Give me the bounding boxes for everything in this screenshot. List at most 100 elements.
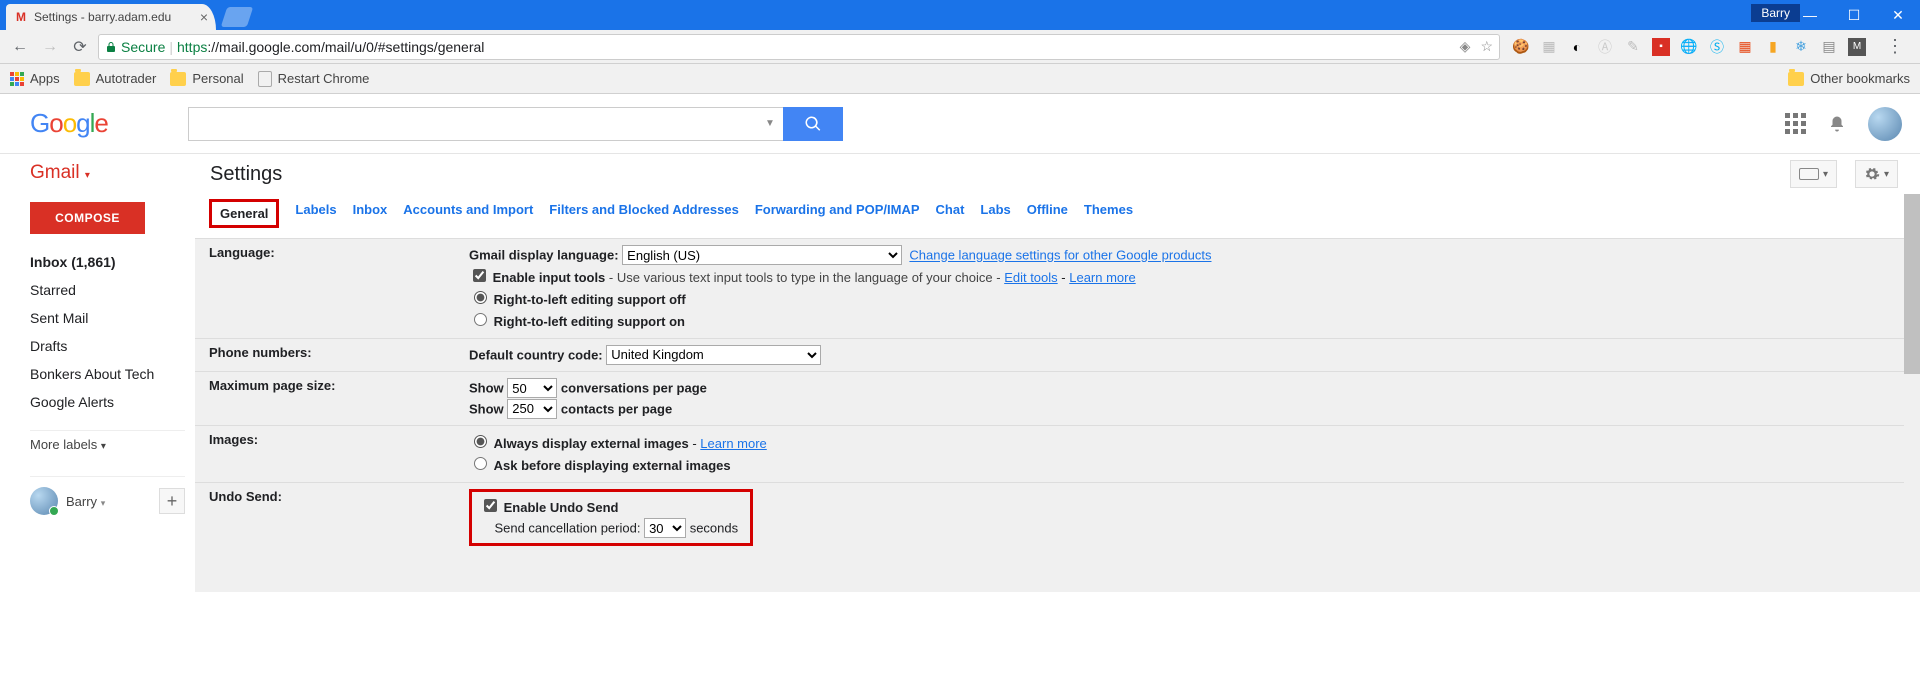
compose-button[interactable]: COMPOSE bbox=[30, 202, 145, 234]
enable-undo-send-label: Enable Undo Send bbox=[504, 500, 619, 515]
ext-icon[interactable]: ▦ bbox=[1540, 38, 1558, 56]
ask-display-radio[interactable] bbox=[474, 457, 487, 470]
tab-general[interactable]: General bbox=[220, 206, 268, 221]
ext-icon[interactable]: ◐ bbox=[1568, 38, 1586, 56]
row-label: Language: bbox=[209, 245, 469, 332]
tab-chat[interactable]: Chat bbox=[936, 202, 965, 231]
ext-icon[interactable]: 🍪 bbox=[1512, 38, 1530, 56]
hangout-name[interactable]: Barry ▾ bbox=[66, 494, 105, 509]
gmail-favicon: M bbox=[14, 10, 28, 24]
star-icon[interactable]: ☆ bbox=[1480, 38, 1493, 55]
tab-accounts[interactable]: Accounts and Import bbox=[403, 202, 533, 231]
ext-icon[interactable]: Ⓐ bbox=[1596, 38, 1614, 56]
always-display-radio[interactable] bbox=[474, 435, 487, 448]
notifications-icon[interactable] bbox=[1828, 115, 1846, 133]
folder-icon bbox=[1788, 72, 1804, 86]
keyboard-icon bbox=[1799, 168, 1819, 180]
sidebar-item-drafts[interactable]: Drafts bbox=[30, 332, 185, 360]
row-images: Images: Always display external images -… bbox=[195, 426, 1920, 483]
tab-inbox[interactable]: Inbox bbox=[353, 202, 388, 231]
extension-icons: 🍪 ▦ ◐ Ⓐ ✎ ▪ 🌐 Ⓢ ▦ ▮ ❄ ▤ M bbox=[1506, 38, 1872, 56]
gmail-dropdown[interactable]: Gmail ▾ bbox=[30, 162, 90, 184]
enable-input-tools-checkbox[interactable] bbox=[473, 269, 486, 282]
settings-gear-button[interactable]: ▾ bbox=[1855, 160, 1898, 188]
back-button[interactable]: ← bbox=[8, 35, 32, 59]
rtl-on-radio[interactable] bbox=[474, 313, 487, 326]
ext-icon[interactable]: ▤ bbox=[1820, 38, 1838, 56]
maximize-button[interactable]: ☐ bbox=[1832, 0, 1876, 30]
search-button[interactable] bbox=[783, 107, 843, 141]
change-language-link[interactable]: Change language settings for other Googl… bbox=[909, 248, 1211, 263]
bookmark-folder[interactable]: Autotrader bbox=[74, 71, 157, 86]
browser-toolbar: ← → ⟳ Secure | https://mail.google.com/m… bbox=[0, 30, 1920, 64]
tab-filters[interactable]: Filters and Blocked Addresses bbox=[549, 202, 739, 231]
ext-icon[interactable]: M bbox=[1848, 38, 1866, 56]
input-tools-button[interactable]: ▾ bbox=[1790, 160, 1837, 188]
bookmark-page[interactable]: Restart Chrome bbox=[258, 71, 370, 87]
reload-button[interactable]: ⟳ bbox=[68, 35, 92, 59]
sidebar-item-label[interactable]: Bonkers About Tech bbox=[30, 360, 185, 388]
gmail-subheader: Gmail ▾ Settings ▾ ▾ bbox=[0, 154, 1920, 194]
ext-icon[interactable]: ❄ bbox=[1792, 38, 1810, 56]
ext-icon[interactable]: ▪ bbox=[1652, 38, 1670, 56]
more-labels[interactable]: More labels ▾ bbox=[30, 430, 185, 458]
google-apps-icon[interactable] bbox=[1785, 113, 1806, 134]
translate-icon[interactable]: ◈ bbox=[1460, 38, 1471, 55]
other-bookmarks[interactable]: Other bookmarks bbox=[1788, 71, 1910, 86]
edit-tools-link[interactable]: Edit tools bbox=[1004, 270, 1057, 285]
search-input[interactable]: ▼ bbox=[188, 107, 783, 141]
tab-close-icon[interactable]: × bbox=[200, 9, 208, 25]
scrollbar[interactable] bbox=[1904, 194, 1920, 592]
gear-icon bbox=[1864, 166, 1880, 182]
cancellation-period-select[interactable]: 30 bbox=[644, 518, 686, 538]
contacts-per-page-select[interactable]: 250 bbox=[507, 399, 557, 419]
minimize-button[interactable]: — bbox=[1788, 0, 1832, 30]
rtl-on-label: Right-to-left editing support on bbox=[494, 314, 685, 329]
ext-icon[interactable]: ▮ bbox=[1764, 38, 1782, 56]
browser-tab[interactable]: M Settings - barry.adam.edu × bbox=[6, 4, 216, 30]
new-hangout-button[interactable]: + bbox=[159, 488, 185, 514]
ext-icon[interactable]: ✎ bbox=[1624, 38, 1642, 56]
apps-shortcut[interactable]: Apps bbox=[10, 71, 60, 86]
enable-undo-send-checkbox[interactable] bbox=[484, 499, 497, 512]
forward-button[interactable]: → bbox=[38, 35, 62, 59]
tab-labs[interactable]: Labs bbox=[980, 202, 1010, 231]
bookmark-folder[interactable]: Personal bbox=[170, 71, 243, 86]
sidebar-item-sent[interactable]: Sent Mail bbox=[30, 304, 185, 332]
secure-label: Secure bbox=[121, 39, 165, 55]
sidebar-item-starred[interactable]: Starred bbox=[30, 276, 185, 304]
chrome-menu-icon[interactable]: ⋮ bbox=[1878, 36, 1912, 57]
learn-more-link[interactable]: Learn more bbox=[1069, 270, 1135, 285]
ext-icon[interactable]: ▦ bbox=[1736, 38, 1754, 56]
tab-forwarding[interactable]: Forwarding and POP/IMAP bbox=[755, 202, 920, 231]
tab-themes[interactable]: Themes bbox=[1084, 202, 1133, 231]
account-avatar[interactable] bbox=[1868, 107, 1902, 141]
new-tab-button[interactable] bbox=[221, 7, 253, 27]
sidebar-item-label[interactable]: Google Alerts bbox=[30, 388, 185, 416]
ext-icon[interactable]: 🌐 bbox=[1680, 38, 1698, 56]
google-logo[interactable]: Google bbox=[30, 108, 108, 139]
apps-grid-icon bbox=[10, 72, 24, 86]
learn-more-link[interactable]: Learn more bbox=[700, 436, 766, 451]
undo-send-highlight: Enable Undo Send Send cancellation perio… bbox=[469, 489, 753, 546]
cancellation-period-suffix: seconds bbox=[690, 521, 738, 536]
scroll-thumb[interactable] bbox=[1904, 194, 1920, 374]
address-bar[interactable]: Secure | https://mail.google.com/mail/u/… bbox=[98, 34, 1500, 60]
tab-title: Settings - barry.adam.edu bbox=[34, 10, 171, 24]
sidebar: COMPOSE Inbox (1,861) Starred Sent Mail … bbox=[0, 194, 195, 592]
gmail-main: COMPOSE Inbox (1,861) Starred Sent Mail … bbox=[0, 194, 1920, 592]
conversations-per-page-select[interactable]: 50 bbox=[507, 378, 557, 398]
sidebar-item-inbox[interactable]: Inbox (1,861) bbox=[30, 248, 185, 276]
folder-icon bbox=[74, 72, 90, 86]
search-options-caret-icon[interactable]: ▼ bbox=[765, 118, 775, 129]
country-code-select[interactable]: United Kingdom bbox=[606, 345, 821, 365]
language-select[interactable]: English (US) bbox=[622, 245, 902, 265]
ext-icon[interactable]: Ⓢ bbox=[1708, 38, 1726, 56]
tab-offline[interactable]: Offline bbox=[1027, 202, 1068, 231]
page-icon bbox=[258, 71, 272, 87]
hangout-avatar[interactable] bbox=[30, 487, 58, 515]
hangouts-self: Barry ▾ + bbox=[30, 476, 185, 515]
rtl-off-radio[interactable] bbox=[474, 291, 487, 304]
tab-labels[interactable]: Labels bbox=[295, 202, 336, 231]
close-window-button[interactable]: ✕ bbox=[1876, 0, 1920, 30]
